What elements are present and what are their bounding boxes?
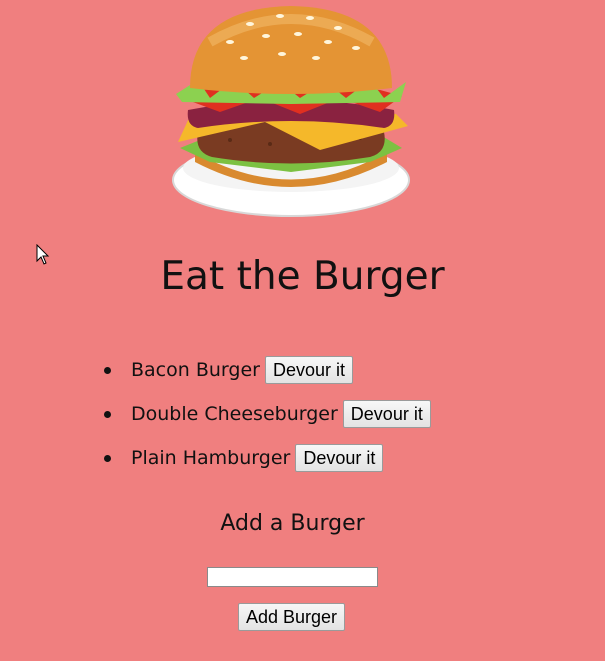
devour-it-button[interactable]: Devour it: [295, 444, 384, 472]
page-title: Eat the Burger: [160, 254, 445, 299]
burger-list-item: Plain Hamburger Devour it: [104, 436, 431, 480]
hamburger-logo-image: [172, 6, 410, 217]
burger-name: Double Cheeseburger: [131, 403, 338, 425]
burger-name: Bacon Burger: [131, 359, 260, 381]
burger-list: Bacon Burger Devour it Double Cheeseburg…: [104, 348, 431, 480]
devour-it-button[interactable]: Devour it: [342, 400, 431, 428]
bullet-icon: [104, 410, 111, 418]
burger-list-item: Bacon Burger Devour it: [104, 348, 431, 392]
bullet-icon: [104, 454, 111, 462]
burger-name: Plain Hamburger: [131, 447, 291, 469]
bullet-icon: [104, 366, 111, 374]
burger-name-input[interactable]: [207, 567, 378, 587]
add-burger-button[interactable]: Add Burger: [238, 603, 346, 631]
add-burger-heading: Add a Burger: [220, 511, 365, 536]
burger-list-item: Double Cheeseburger Devour it: [104, 392, 431, 436]
devour-it-button[interactable]: Devour it: [264, 356, 353, 384]
